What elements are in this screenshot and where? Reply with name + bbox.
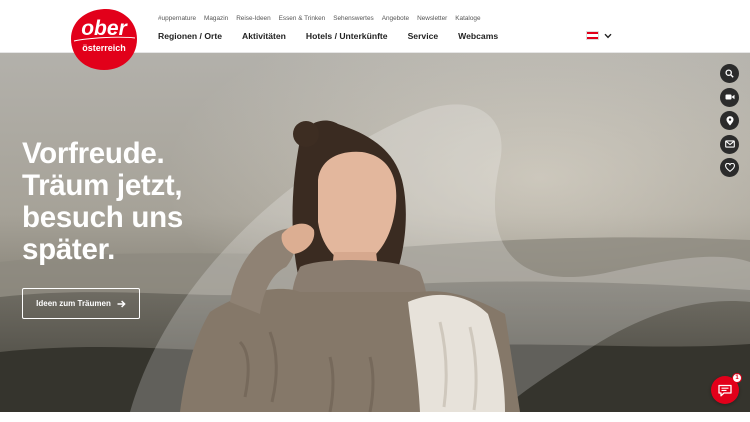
- oberoesterreich-logo[interactable]: ober österreich: [70, 8, 138, 71]
- cta-label: Ideen zum Träumen: [36, 299, 111, 308]
- search-icon: [725, 69, 734, 78]
- topnav-item-angebote[interactable]: Angebote: [382, 15, 409, 22]
- chat-button[interactable]: 1: [711, 373, 742, 404]
- location-pin-icon: [726, 115, 733, 125]
- mainnav-item-service[interactable]: Service: [408, 31, 439, 41]
- mainnav-item-webcams[interactable]: Webcams: [458, 31, 498, 41]
- logo-wordmark-oesterreich: österreich: [82, 43, 126, 53]
- mainnav-item-regionen-orte[interactable]: Regionen / Orte: [158, 31, 222, 41]
- top-navigation: #uppernature Magazin Reise-Ideen Essen &…: [158, 15, 489, 22]
- ideen-zum-traeumen-button[interactable]: Ideen zum Träumen: [22, 288, 140, 319]
- topnav-item-essen-trinken[interactable]: Essen & Trinken: [279, 15, 326, 22]
- topnav-item-sehenswertes[interactable]: Sehenswertes: [333, 15, 374, 22]
- arrow-right-icon: [117, 299, 126, 308]
- chevron-down-icon: [604, 33, 612, 38]
- search-button[interactable]: [720, 64, 739, 83]
- topnav-item-newsletter[interactable]: Newsletter: [417, 15, 447, 22]
- favorites-button[interactable]: [720, 158, 739, 177]
- main-navigation: Regionen / Orte Aktivitäten Hotels / Unt…: [158, 31, 518, 41]
- video-button[interactable]: [720, 87, 739, 107]
- hero-headline-line: Träum jetzt,: [22, 169, 183, 202]
- topnav-item-kataloge[interactable]: Kataloge: [455, 15, 480, 22]
- side-action-bar: [720, 64, 739, 177]
- topnav-item-magazin[interactable]: Magazin: [204, 15, 228, 22]
- hero-headline-line: später.: [22, 233, 116, 266]
- hero-banner: Vorfreude. Träum jetzt, besuch uns späte…: [0, 52, 750, 412]
- video-icon: [725, 94, 734, 100]
- logo-wordmark-ober: ober: [81, 17, 128, 40]
- language-switcher[interactable]: [586, 31, 612, 40]
- chat-icon: [718, 384, 732, 396]
- mainnav-item-hotels-unterkuenfte[interactable]: Hotels / Unterkünfte: [306, 31, 388, 41]
- mail-icon: [724, 140, 735, 148]
- chat-notification-badge: 1: [732, 373, 742, 383]
- austria-flag-icon: [586, 31, 599, 40]
- newsletter-button[interactable]: [720, 134, 739, 154]
- page-bottom-strip: [0, 412, 750, 422]
- topnav-item-reise-ideen[interactable]: Reise-Ideen: [236, 15, 270, 22]
- map-button[interactable]: [720, 111, 739, 130]
- hero-headline: Vorfreude. Träum jetzt, besuch uns späte…: [22, 138, 282, 266]
- topnav-item-uppernature[interactable]: #uppernature: [158, 15, 196, 22]
- hero-headline-line: besuch uns: [22, 201, 183, 234]
- heart-icon: [724, 163, 735, 172]
- hero-headline-line: Vorfreude.: [22, 137, 165, 170]
- mainnav-item-aktivitaeten[interactable]: Aktivitäten: [242, 31, 286, 41]
